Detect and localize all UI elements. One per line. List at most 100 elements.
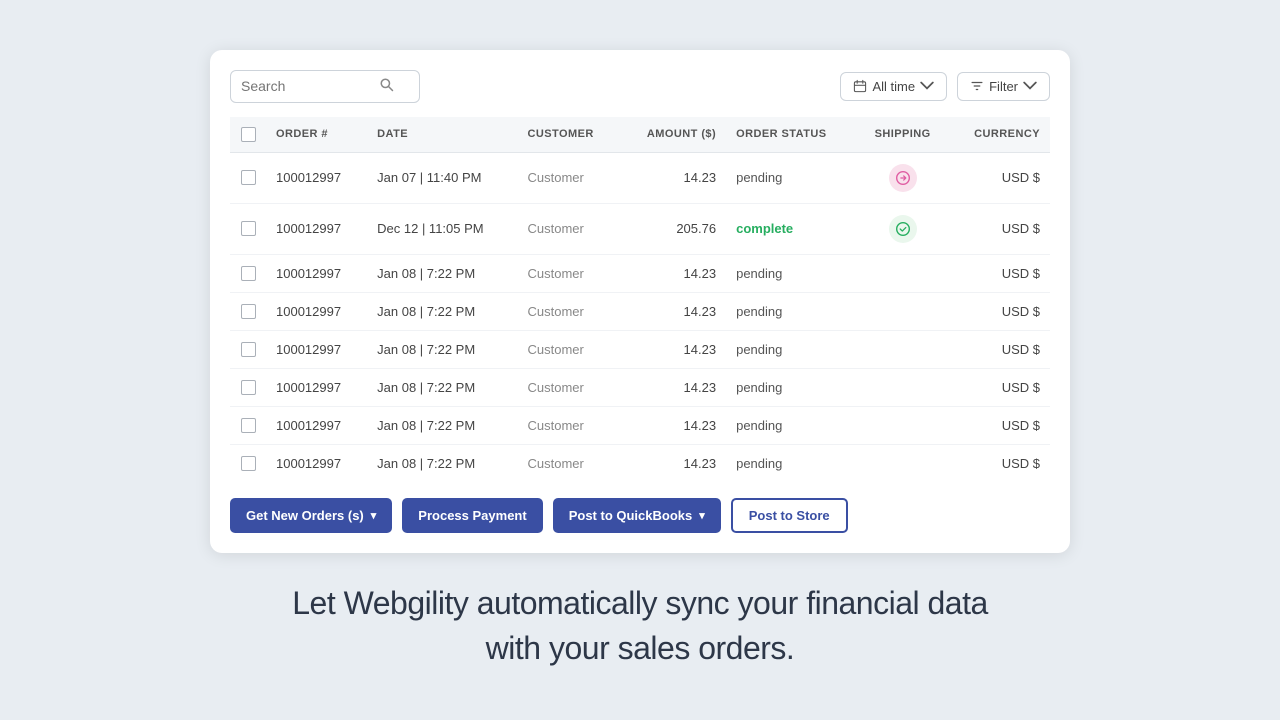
cell-date: Jan 07 | 11:40 PM [367,152,517,203]
cell-customer: Customer [518,406,621,444]
cell-customer: Customer [518,203,621,254]
cell-shipping [857,330,947,368]
cell-customer: Customer [518,330,621,368]
table-row: 100012997Jan 08 | 7:22 PMCustomer14.23pe… [230,406,1050,444]
process-payment-label: Process Payment [418,508,526,523]
cell-order: 100012997 [266,406,367,444]
cell-customer: Customer [518,444,621,482]
cell-status: pending [726,444,857,482]
cell-order: 100012997 [266,203,367,254]
cell-order: 100012997 [266,254,367,292]
cell-amount: 14.23 [620,292,726,330]
table-row: 100012997Jan 08 | 7:22 PMCustomer14.23pe… [230,330,1050,368]
header-checkbox-box[interactable] [241,127,256,142]
post-store-button[interactable]: Post to Store [731,498,848,533]
cell-order: 100012997 [266,368,367,406]
table-row: 100012997Jan 08 | 7:22 PMCustomer14.23pe… [230,292,1050,330]
cell-status: pending [726,368,857,406]
cell-currency: USD $ [948,444,1050,482]
header-order-status: ORDER STATUS [726,117,857,153]
cell-date: Jan 08 | 7:22 PM [367,330,517,368]
cell-amount: 14.23 [620,368,726,406]
search-icon [379,77,394,96]
time-filter-label: All time [872,79,915,94]
cell-status: complete [726,203,857,254]
cell-order: 100012997 [266,444,367,482]
cell-amount: 14.23 [620,152,726,203]
toolbar: All time Filter [230,70,1050,103]
row-checkbox[interactable] [241,380,256,395]
get-new-orders-button[interactable]: Get New Orders (s) ▾ [230,498,392,533]
cell-order: 100012997 [266,152,367,203]
header-amount: AMOUNT ($) [620,117,726,153]
table-row: 100012997Jan 08 | 7:22 PMCustomer14.23pe… [230,254,1050,292]
cell-amount: 14.23 [620,444,726,482]
page-wrapper: All time Filter [0,0,1280,720]
cell-shipping [857,444,947,482]
cell-customer: Customer [518,254,621,292]
tagline-line2: with your sales orders. [292,626,988,671]
time-filter-button[interactable]: All time [840,72,947,101]
filter-label: Filter [989,79,1018,94]
cell-amount: 14.23 [620,254,726,292]
cell-status: pending [726,292,857,330]
shipping-check-icon [889,215,917,243]
cell-amount: 205.76 [620,203,726,254]
cell-status: pending [726,406,857,444]
post-quickbooks-button[interactable]: Post to QuickBooks ▾ [553,498,721,533]
search-input[interactable] [241,78,371,94]
footer-actions: Get New Orders (s) ▾ Process Payment Pos… [230,498,1050,533]
cell-customer: Customer [518,152,621,203]
header-currency: CURRENCY [948,117,1050,153]
cell-date: Jan 08 | 7:22 PM [367,444,517,482]
cell-customer: Customer [518,368,621,406]
table-row: 100012997Dec 12 | 11:05 PMCustomer205.76… [230,203,1050,254]
cell-shipping [857,368,947,406]
shipping-arrow-icon [889,164,917,192]
cell-shipping [857,292,947,330]
cell-shipping [857,203,947,254]
toolbar-right: All time Filter [840,72,1050,101]
main-card: All time Filter [210,50,1070,553]
cell-order: 100012997 [266,330,367,368]
table-row: 100012997Jan 08 | 7:22 PMCustomer14.23pe… [230,368,1050,406]
header-checkbox[interactable] [230,117,266,153]
post-quickbooks-chevron-icon: ▾ [699,509,705,522]
cell-shipping [857,152,947,203]
cell-order: 100012997 [266,292,367,330]
cell-currency: USD $ [948,330,1050,368]
header-customer: CUSTOMER [518,117,621,153]
row-checkbox[interactable] [241,342,256,357]
cell-customer: Customer [518,292,621,330]
process-payment-button[interactable]: Process Payment [402,498,542,533]
tagline-line1: Let Webgility automatically sync your fi… [292,581,988,626]
tagline: Let Webgility automatically sync your fi… [292,581,988,671]
cell-status: pending [726,254,857,292]
cell-status: pending [726,152,857,203]
cell-shipping [857,406,947,444]
search-box[interactable] [230,70,420,103]
cell-currency: USD $ [948,292,1050,330]
table-row: 100012997Jan 07 | 11:40 PMCustomer14.23p… [230,152,1050,203]
header-shipping: SHIPPING [857,117,947,153]
cell-currency: USD $ [948,152,1050,203]
cell-currency: USD $ [948,254,1050,292]
get-new-orders-label: Get New Orders (s) [246,508,364,523]
cell-date: Jan 08 | 7:22 PM [367,254,517,292]
cell-amount: 14.23 [620,406,726,444]
row-checkbox[interactable] [241,418,256,433]
get-new-orders-chevron-icon: ▾ [371,509,377,522]
cell-date: Jan 08 | 7:22 PM [367,406,517,444]
cell-amount: 14.23 [620,330,726,368]
row-checkbox[interactable] [241,456,256,471]
filter-button[interactable]: Filter [957,72,1050,101]
orders-table: ORDER # DATE CUSTOMER AMOUNT ($) ORDER S… [230,117,1050,482]
row-checkbox[interactable] [241,170,256,185]
row-checkbox[interactable] [241,266,256,281]
post-store-label: Post to Store [749,508,830,523]
table-row: 100012997Jan 08 | 7:22 PMCustomer14.23pe… [230,444,1050,482]
cell-date: Jan 08 | 7:22 PM [367,368,517,406]
cell-currency: USD $ [948,203,1050,254]
row-checkbox[interactable] [241,221,256,236]
row-checkbox[interactable] [241,304,256,319]
